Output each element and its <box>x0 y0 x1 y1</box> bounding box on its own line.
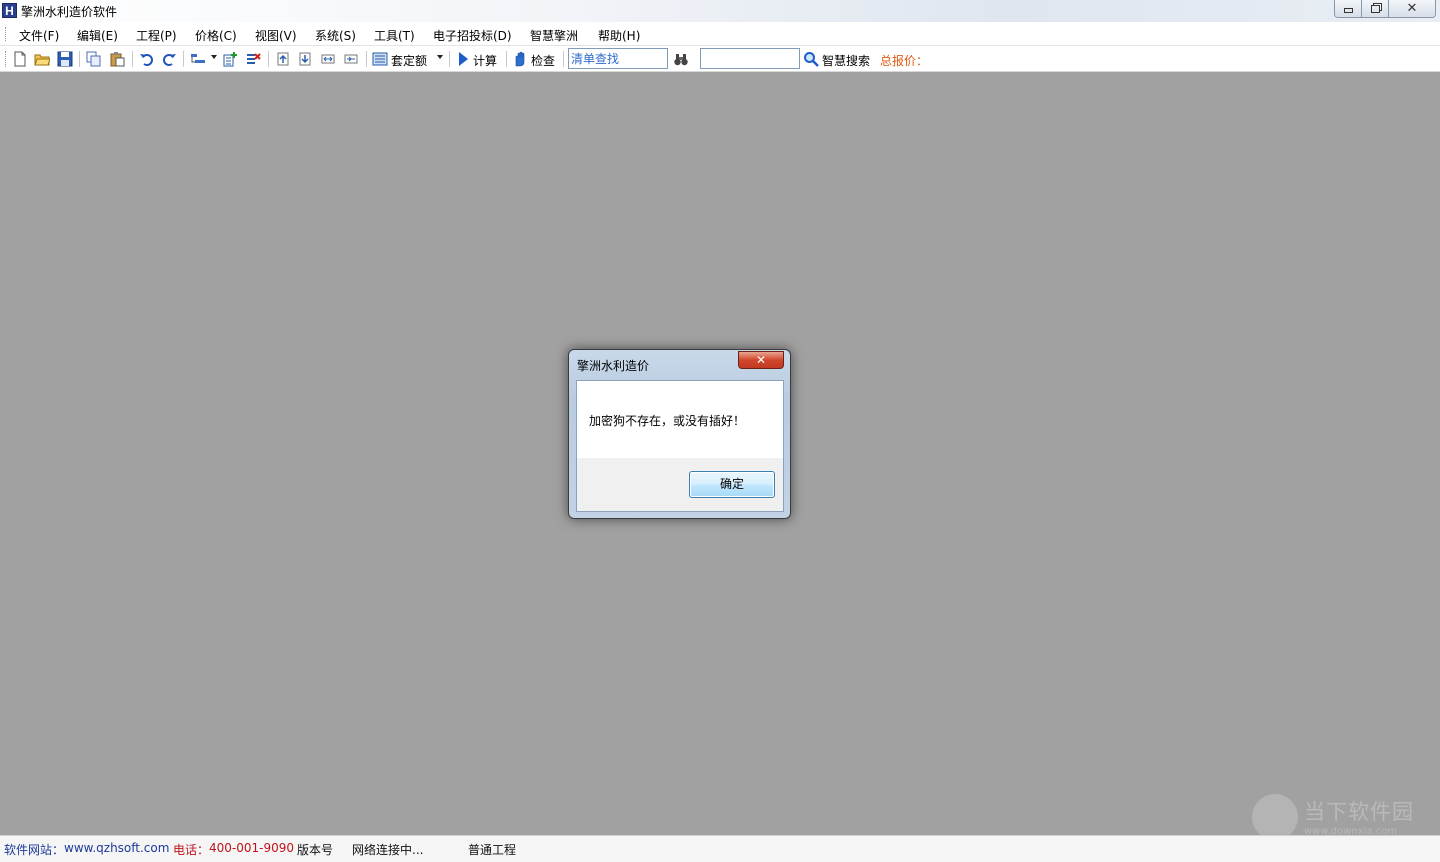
menu-system[interactable]: 系统(S) <box>315 27 356 44</box>
total-price-label: 总报价： <box>880 54 929 68</box>
smart-search-button[interactable]: 智慧搜索 <box>822 52 870 69</box>
watermark-logo-icon <box>1252 794 1298 840</box>
menu-edit[interactable]: 编辑(E) <box>77 27 118 44</box>
move-up-icon[interactable] <box>275 51 291 67</box>
website-link[interactable]: www.qzhsoft.com <box>64 841 169 855</box>
window-controls: ✕ <box>1334 0 1436 18</box>
menu-bar: 文件(F) 编辑(E) 工程(P) 价格(C) 视图(V) 系统(S) 工具(T… <box>0 22 1440 46</box>
add-item-icon[interactable] <box>222 51 238 67</box>
menu-file[interactable]: 文件(F) <box>19 27 59 44</box>
phone-number: 400-001-9090 <box>209 841 295 855</box>
close-button[interactable]: ✕ <box>1389 0 1435 17</box>
menu-grip[interactable] <box>5 27 7 41</box>
network-status: 网络连接中... <box>352 843 424 857</box>
toolbar-separator <box>366 51 367 67</box>
check-button[interactable]: 检查 <box>531 52 555 69</box>
menu-price[interactable]: 价格(C) <box>195 27 237 44</box>
window-title: 擎洲水利造价软件 <box>21 5 118 19</box>
apply-quota-button[interactable]: 套定额 <box>391 52 427 69</box>
calculate-button[interactable]: 计算 <box>473 52 497 69</box>
move-down-icon[interactable] <box>297 51 313 67</box>
toolbar-separator <box>132 51 133 67</box>
app-icon: H <box>2 3 17 18</box>
menu-project[interactable]: 工程(P) <box>136 27 177 44</box>
maximize-button[interactable] <box>1362 0 1389 17</box>
hand-icon[interactable] <box>512 51 528 67</box>
error-dialog: 擎洲水利造价 ✕ 加密狗不存在，或没有插好！ 确定 <box>568 349 791 519</box>
dialog-close-button[interactable]: ✕ <box>738 351 784 369</box>
toolbar: 套定额 计算 检查 智慧搜索 总报价： <box>0 46 1440 72</box>
delete-item-icon[interactable] <box>245 51 261 67</box>
title-bar: H 擎洲水利造价软件 ✕ <box>0 0 1440 22</box>
list-find-input[interactable] <box>568 48 668 69</box>
phone-label: 电话： <box>173 843 210 857</box>
minimize-icon <box>1343 7 1353 13</box>
open-folder-icon[interactable] <box>34 51 50 67</box>
chevron-down-icon[interactable] <box>437 55 443 59</box>
smart-search-input[interactable] <box>700 48 800 69</box>
watermark-text: 当下软件园 <box>1304 800 1414 824</box>
ok-button[interactable]: 确定 <box>689 471 775 498</box>
dialog-message-area: 加密狗不存在，或没有插好！ <box>577 381 783 458</box>
redo-icon[interactable] <box>161 51 177 67</box>
menu-smart-qingzhou[interactable]: 智慧擎洲 <box>530 27 578 44</box>
toolbar-separator <box>563 51 564 67</box>
search-icon[interactable] <box>803 51 819 67</box>
version-label: 版本号 <box>297 843 334 857</box>
menu-e-bidding[interactable]: 电子招投标(D) <box>433 27 512 44</box>
toolbar-separator <box>79 51 80 67</box>
quota-icon[interactable] <box>372 51 388 67</box>
toolbar-separator <box>506 51 507 67</box>
toolbar-separator <box>268 51 269 67</box>
collapse-icon[interactable] <box>343 51 359 67</box>
toolbar-separator <box>183 51 184 67</box>
menu-help[interactable]: 帮助(H) <box>598 27 640 44</box>
expand-icon[interactable] <box>320 51 336 67</box>
menu-view[interactable]: 视图(V) <box>255 27 297 44</box>
insert-row-icon[interactable] <box>190 51 206 67</box>
copy-icon[interactable] <box>86 51 102 67</box>
new-file-icon[interactable] <box>12 51 28 67</box>
minimize-button[interactable] <box>1335 0 1362 17</box>
binoculars-icon[interactable] <box>673 51 689 67</box>
dialog-body: 加密狗不存在，或没有插好！ 确定 <box>576 380 784 512</box>
chevron-down-icon[interactable] <box>211 55 217 59</box>
dialog-title: 擎洲水利造价 <box>577 359 650 373</box>
restore-icon <box>1370 4 1380 13</box>
dialog-message: 加密狗不存在，或没有插好！ <box>589 414 746 428</box>
toolbar-separator <box>449 51 450 67</box>
undo-icon[interactable] <box>139 51 155 67</box>
website-label: 软件网站： <box>4 843 65 857</box>
menu-tools[interactable]: 工具(T) <box>374 27 415 44</box>
play-icon[interactable] <box>455 51 471 67</box>
toolbar-grip[interactable] <box>5 51 7 67</box>
project-type: 普通工程 <box>468 843 517 857</box>
status-bar: 软件网站： www.qzhsoft.com 电话： 400-001-9090 版… <box>0 835 1440 862</box>
save-icon[interactable] <box>57 51 73 67</box>
paste-icon[interactable] <box>109 51 125 67</box>
